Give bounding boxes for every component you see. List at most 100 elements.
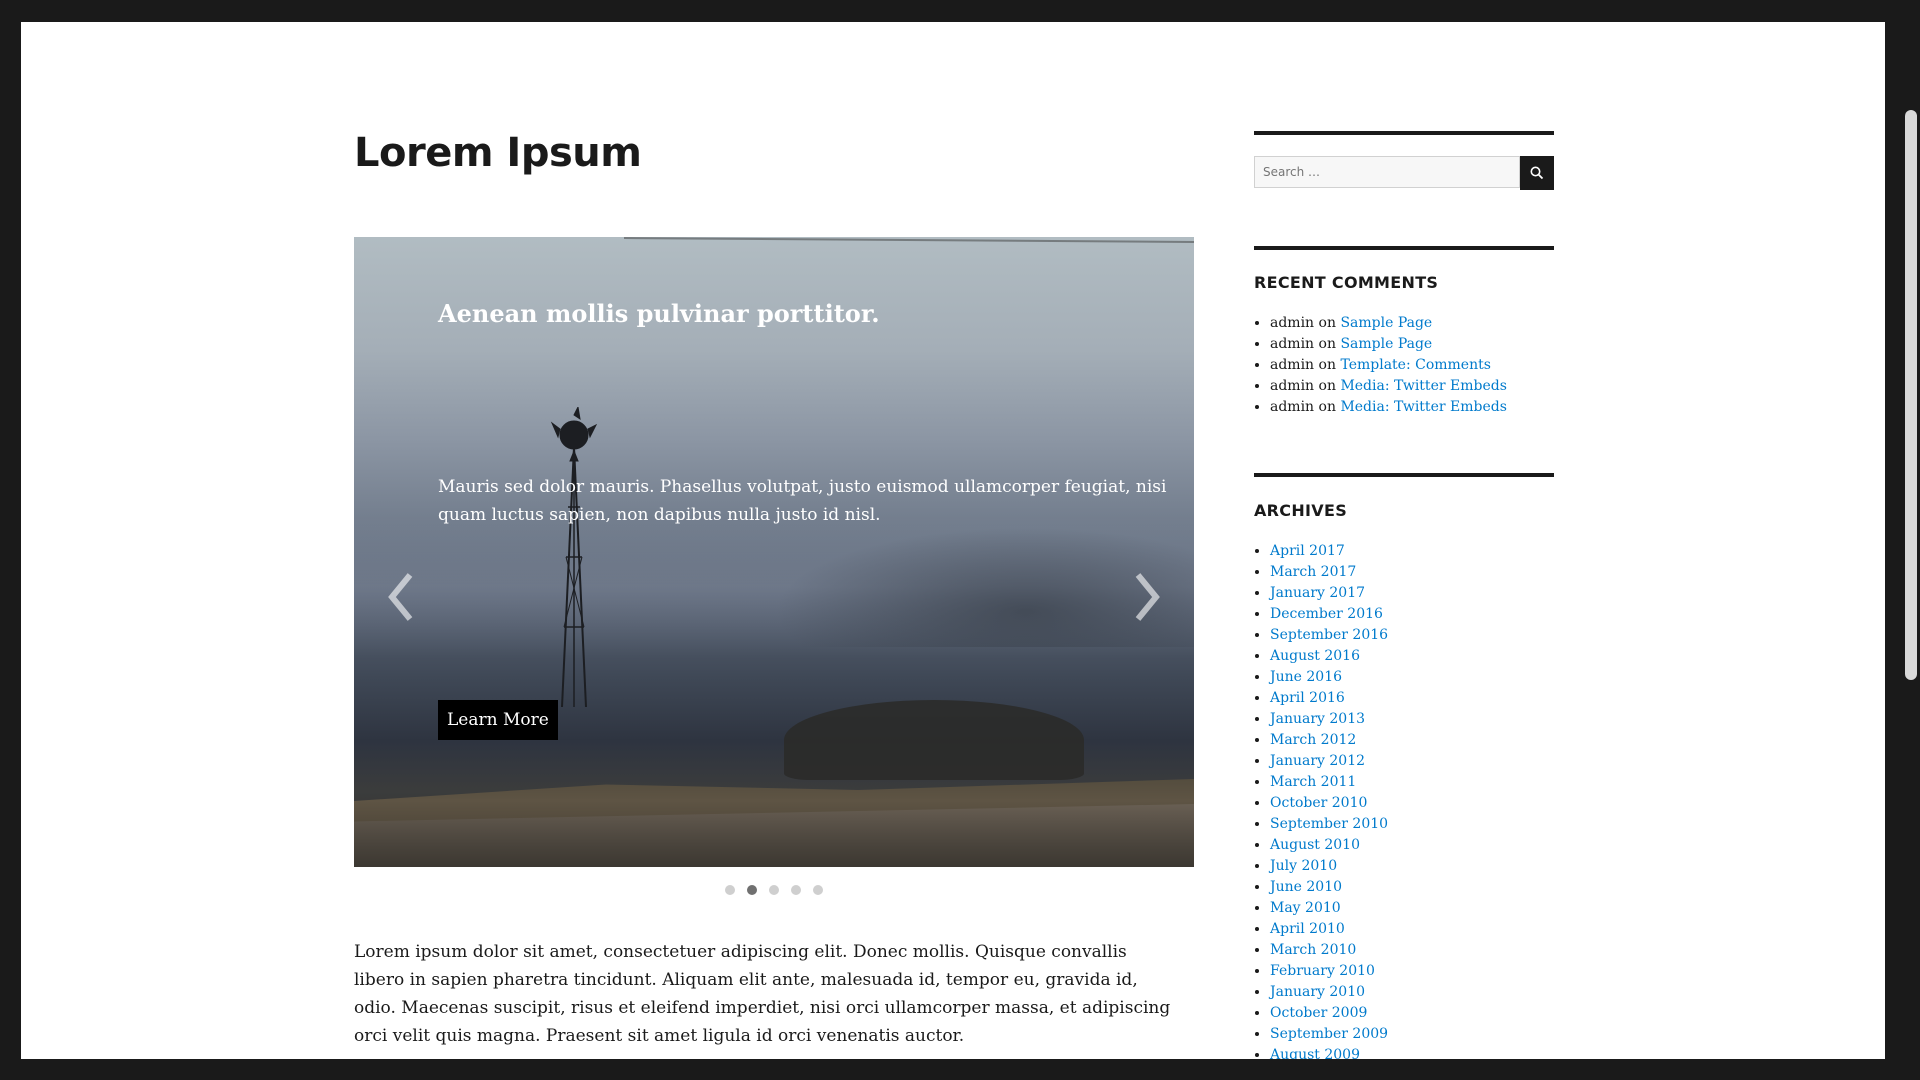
archive-link[interactable]: March 2012	[1270, 732, 1356, 748]
archive-link[interactable]: October 2009	[1270, 1005, 1367, 1021]
comment-item: admin on Media: Twitter Embeds	[1270, 397, 1507, 418]
archive-link[interactable]: May 2010	[1270, 900, 1341, 916]
comment-post-link[interactable]: Sample Page	[1340, 336, 1432, 352]
chevron-left-icon	[388, 573, 413, 621]
slider-dot[interactable]	[769, 885, 779, 895]
archive-link[interactable]: January 2012	[1270, 753, 1365, 769]
comment-separator: on	[1318, 378, 1336, 394]
archive-link[interactable]: January 2013	[1270, 711, 1365, 727]
archive-item: March 2012	[1270, 730, 1388, 751]
archive-item: August 2009	[1270, 1045, 1388, 1059]
comment-author: admin	[1270, 357, 1315, 373]
archive-link[interactable]: April 2010	[1270, 921, 1345, 937]
archive-item: December 2016	[1270, 604, 1388, 625]
archive-link[interactable]: January 2010	[1270, 984, 1365, 1000]
windmill-silhouette	[550, 407, 598, 707]
search-button[interactable]	[1520, 156, 1554, 190]
comment-separator: on	[1318, 399, 1336, 415]
archive-link[interactable]: March 2010	[1270, 942, 1356, 958]
comment-item: admin on Sample Page	[1270, 334, 1507, 355]
archives-title: ARCHIVES	[1254, 501, 1348, 520]
slider-dot[interactable]	[725, 885, 735, 895]
archive-item: October 2009	[1270, 1003, 1388, 1024]
comment-item: admin on Sample Page	[1270, 313, 1507, 334]
archive-link[interactable]: September 2009	[1270, 1026, 1388, 1042]
comment-item: admin on Template: Comments	[1270, 355, 1507, 376]
archive-item: January 2012	[1270, 751, 1388, 772]
archive-item: August 2016	[1270, 646, 1388, 667]
comment-post-link[interactable]: Sample Page	[1340, 315, 1432, 331]
comment-author: admin	[1270, 378, 1315, 394]
archive-link[interactable]: August 2016	[1270, 648, 1360, 664]
archive-link[interactable]: September 2010	[1270, 816, 1388, 832]
scrollbar-thumb[interactable]	[1905, 110, 1917, 680]
page-title: Lorem Ipsum	[354, 130, 642, 176]
archive-link[interactable]: July 2010	[1270, 858, 1337, 874]
archive-item: February 2010	[1270, 961, 1388, 982]
archive-item: August 2010	[1270, 835, 1388, 856]
archive-item: April 2016	[1270, 688, 1388, 709]
archive-link[interactable]: December 2016	[1270, 606, 1383, 622]
recent-comments-list: admin on Sample Pageadmin on Sample Page…	[1254, 313, 1507, 418]
power-line	[623, 237, 1194, 243]
archive-item: January 2010	[1270, 982, 1388, 1003]
comment-separator: on	[1318, 315, 1336, 331]
search-input[interactable]	[1254, 156, 1520, 188]
archive-item: March 2010	[1270, 940, 1388, 961]
archive-item: July 2010	[1270, 856, 1388, 877]
archive-link[interactable]: August 2010	[1270, 837, 1360, 853]
archive-item: April 2010	[1270, 919, 1388, 940]
recent-comments-title: RECENT COMMENTS	[1254, 273, 1439, 292]
slider-dot[interactable]	[813, 885, 823, 895]
image-slider: Aenean mollis pulvinar porttitor. Mauris…	[354, 237, 1194, 867]
slider-pagination	[354, 880, 1194, 899]
archive-item: March 2017	[1270, 562, 1388, 583]
slider-next-button[interactable]	[1126, 567, 1166, 627]
comment-separator: on	[1318, 336, 1336, 352]
archives-list: April 2017 March 2017 January 2017 December…	[1254, 541, 1388, 1059]
archive-item: June 2010	[1270, 877, 1388, 898]
archive-item: September 2009	[1270, 1024, 1388, 1045]
archive-link[interactable]: January 2017	[1270, 585, 1365, 601]
comment-item: admin on Media: Twitter Embeds	[1270, 376, 1507, 397]
slide-heading: Aenean mollis pulvinar porttitor.	[438, 299, 880, 328]
archive-link[interactable]: April 2016	[1270, 690, 1345, 706]
slide-text: Mauris sed dolor mauris. Phasellus volut…	[438, 477, 1167, 525]
widget-divider	[1254, 131, 1554, 135]
archive-link[interactable]: September 2016	[1270, 627, 1388, 643]
slider-dot[interactable]	[791, 885, 801, 895]
comment-author: admin	[1270, 336, 1315, 352]
archive-item: May 2010	[1270, 898, 1388, 919]
archive-link[interactable]: October 2010	[1270, 795, 1367, 811]
archive-item: June 2016	[1270, 667, 1388, 688]
page: Lorem Ipsum Aenean mollis pulvinar portt…	[21, 22, 1885, 1059]
chevron-right-icon	[1135, 573, 1160, 621]
slider-prev-button[interactable]	[382, 567, 422, 627]
archive-item: September 2016	[1270, 625, 1388, 646]
archive-item: January 2013	[1270, 709, 1388, 730]
comment-author: admin	[1270, 315, 1315, 331]
archive-link[interactable]: June 2010	[1270, 879, 1342, 895]
archive-item: March 2011	[1270, 772, 1388, 793]
archive-link[interactable]: February 2010	[1270, 963, 1375, 979]
comment-author: admin	[1270, 399, 1315, 415]
haystack-silhouette	[784, 700, 1084, 780]
body-paragraph: Lorem ipsum dolor sit amet, consectetuer…	[354, 942, 1171, 1046]
archive-link[interactable]: March 2011	[1270, 774, 1356, 790]
comment-separator: on	[1318, 357, 1336, 373]
archive-item: October 2010	[1270, 793, 1388, 814]
archive-item: January 2017	[1270, 583, 1388, 604]
archive-link[interactable]: August 2009	[1270, 1047, 1360, 1059]
slider-dot[interactable]	[747, 885, 757, 895]
comment-post-link[interactable]: Media: Twitter Embeds	[1340, 399, 1506, 415]
widget-divider	[1254, 246, 1554, 250]
archive-link[interactable]: April 2017	[1270, 543, 1345, 559]
search-icon	[1530, 166, 1544, 180]
comment-post-link[interactable]: Media: Twitter Embeds	[1340, 378, 1506, 394]
learn-more-button[interactable]: Learn More	[438, 700, 558, 740]
archive-link[interactable]: June 2016	[1270, 669, 1342, 685]
archive-item: September 2010	[1270, 814, 1388, 835]
archive-link[interactable]: March 2017	[1270, 564, 1356, 580]
window-frame-bottom	[0, 1059, 1920, 1080]
comment-post-link[interactable]: Template: Comments	[1340, 357, 1490, 373]
